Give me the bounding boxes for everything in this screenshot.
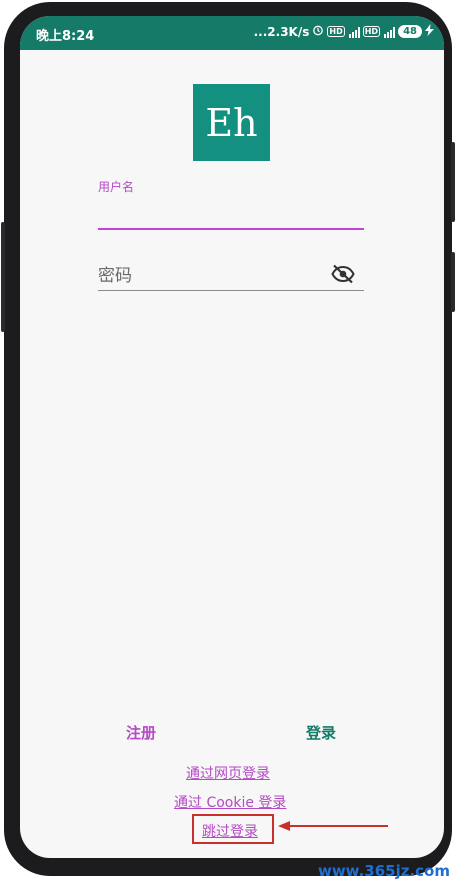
- web-login-link[interactable]: 通过网页登录: [186, 763, 270, 783]
- watermark-text: www.365jz.com: [317, 862, 450, 880]
- alarm-icon: [312, 24, 324, 39]
- cookie-login-link[interactable]: 通过 Cookie 登录: [174, 792, 286, 812]
- username-label: 用户名: [98, 180, 135, 194]
- power-button: [1, 222, 5, 332]
- app-screen: 晚上8:24 ...2.3K/s HD HD 48 Eh 用户名 注册 登录 通…: [20, 16, 444, 858]
- battery-indicator: 48: [398, 25, 422, 38]
- register-button[interactable]: 注册: [126, 722, 156, 743]
- login-button[interactable]: 登录: [306, 722, 336, 743]
- bolt-icon: [425, 24, 434, 39]
- hd-badge: HD: [327, 26, 345, 37]
- side-key: [451, 252, 455, 312]
- hd-badge-2: HD: [362, 26, 381, 37]
- username-input[interactable]: [98, 202, 364, 230]
- signal-icon: [348, 26, 360, 38]
- annotation-arrow-icon: [278, 821, 388, 831]
- signal-icon-2: [384, 26, 396, 38]
- eye-off-icon[interactable]: [330, 263, 356, 285]
- status-icons: ...2.3K/s HD HD 48: [254, 24, 434, 39]
- network-speed: ...2.3K/s: [253, 24, 310, 39]
- volume-button: [451, 142, 455, 222]
- status-bar: 晚上8:24 ...2.3K/s HD HD 48: [20, 16, 444, 50]
- phone-frame: 晚上8:24 ...2.3K/s HD HD 48 Eh 用户名 注册 登录 通…: [1, 2, 455, 876]
- status-time: 晚上8:24: [36, 29, 95, 44]
- annotation-highlight-box: [192, 814, 274, 844]
- app-logo: Eh: [193, 84, 270, 161]
- password-input[interactable]: [98, 262, 364, 291]
